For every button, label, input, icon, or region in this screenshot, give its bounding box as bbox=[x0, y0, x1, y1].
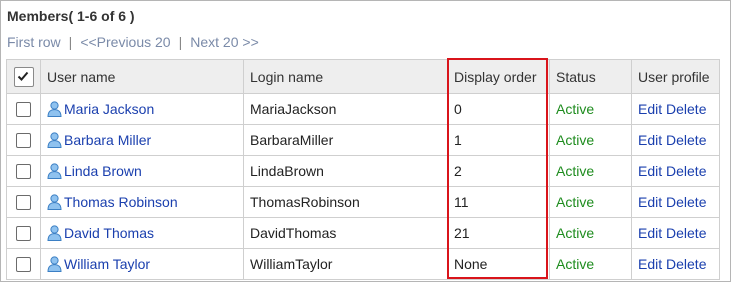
row-checkbox[interactable] bbox=[16, 102, 31, 118]
edit-link[interactable]: Edit bbox=[638, 194, 662, 210]
row-select-cell bbox=[6, 124, 41, 156]
status-cell: Active bbox=[549, 217, 632, 249]
delete-link[interactable]: Delete bbox=[666, 163, 706, 179]
display-order-cell: 2 bbox=[447, 155, 550, 187]
delete-link[interactable]: Delete bbox=[666, 101, 706, 117]
checkmark-icon bbox=[17, 71, 28, 81]
row-select-cell bbox=[6, 248, 41, 280]
display-order-cell: None bbox=[447, 248, 550, 280]
table-row: Linda Brown LindaBrown 2 Active Edit Delete bbox=[6, 155, 720, 187]
pager-separator: | bbox=[68, 34, 73, 50]
delete-link[interactable]: Delete bbox=[666, 256, 706, 272]
user-profile-cell: Edit Delete bbox=[631, 124, 720, 156]
status-cell: Active bbox=[549, 93, 632, 125]
first-row-link[interactable]: First row bbox=[7, 34, 61, 50]
display-order-cell: 11 bbox=[447, 186, 550, 218]
login-name-cell: MariaJackson bbox=[243, 93, 448, 125]
delete-link[interactable]: Delete bbox=[666, 225, 706, 241]
user-profile-cell: Edit Delete bbox=[631, 93, 720, 125]
user-name-cell: Linda Brown bbox=[40, 155, 244, 187]
status-text: Active bbox=[556, 256, 595, 272]
status-cell: Active bbox=[549, 186, 632, 218]
user-name-cell: Barbara Miller bbox=[40, 124, 244, 156]
user-icon bbox=[47, 163, 62, 179]
user-name-cell: Maria Jackson bbox=[40, 93, 244, 125]
user-name-link[interactable]: Linda Brown bbox=[64, 163, 142, 179]
status-text: Active bbox=[556, 163, 595, 179]
user-icon bbox=[47, 132, 62, 148]
column-header-display-order[interactable]: Display order bbox=[447, 59, 550, 94]
previous-page-link[interactable]: <<Previous 20 bbox=[80, 34, 170, 50]
row-select-cell bbox=[6, 155, 41, 187]
row-select-cell bbox=[6, 93, 41, 125]
row-select-cell bbox=[6, 217, 41, 249]
row-checkbox[interactable] bbox=[16, 226, 31, 242]
column-header-status: Status bbox=[549, 59, 632, 94]
login-name-cell: ThomasRobinson bbox=[243, 186, 448, 218]
row-checkbox[interactable] bbox=[16, 133, 31, 149]
status-text: Active bbox=[556, 132, 595, 148]
display-order-cell: 21 bbox=[447, 217, 550, 249]
user-name-link[interactable]: Thomas Robinson bbox=[64, 194, 178, 210]
status-cell: Active bbox=[549, 248, 632, 280]
status-cell: Active bbox=[549, 124, 632, 156]
user-profile-cell: Edit Delete bbox=[631, 155, 720, 187]
pager-separator: | bbox=[178, 34, 183, 50]
edit-link[interactable]: Edit bbox=[638, 101, 662, 117]
user-name-link[interactable]: Barbara Miller bbox=[64, 132, 151, 148]
login-name-cell: BarbaraMiller bbox=[243, 124, 448, 156]
status-text: Active bbox=[556, 194, 595, 210]
column-header-user-name[interactable]: User name bbox=[40, 59, 244, 94]
display-order-cell: 1 bbox=[447, 124, 550, 156]
user-name-cell: William Taylor bbox=[40, 248, 244, 280]
status-text: Active bbox=[556, 101, 595, 117]
user-profile-cell: Edit Delete bbox=[631, 248, 720, 280]
delete-link[interactable]: Delete bbox=[666, 194, 706, 210]
delete-link[interactable]: Delete bbox=[666, 132, 706, 148]
login-name-cell: DavidThomas bbox=[243, 217, 448, 249]
table-header-row: User name Login name Display order Statu… bbox=[6, 59, 720, 94]
user-name-cell: Thomas Robinson bbox=[40, 186, 244, 218]
row-checkbox[interactable] bbox=[16, 164, 31, 180]
column-header-user-profile: User profile bbox=[631, 59, 720, 94]
edit-link[interactable]: Edit bbox=[638, 225, 662, 241]
edit-link[interactable]: Edit bbox=[638, 163, 662, 179]
user-name-link[interactable]: William Taylor bbox=[64, 256, 150, 272]
user-name-link[interactable]: David Thomas bbox=[64, 225, 154, 241]
status-text: Active bbox=[556, 225, 595, 241]
user-icon bbox=[47, 194, 62, 210]
table-row: Maria Jackson MariaJackson 0 Active Edit Del… bbox=[6, 93, 720, 125]
table-row: William Taylor WilliamTaylor None Active Edi… bbox=[6, 248, 720, 280]
user-profile-cell: Edit Delete bbox=[631, 186, 720, 218]
status-cell: Active bbox=[549, 155, 632, 187]
login-name-cell: LindaBrown bbox=[243, 155, 448, 187]
pagination: First row | <<Previous 20 | Next 20 >> bbox=[7, 34, 259, 50]
login-name-cell: WilliamTaylor bbox=[243, 248, 448, 280]
user-icon bbox=[47, 256, 62, 272]
table-row: David Thomas DavidThomas 21 Active Edit Dele… bbox=[6, 217, 720, 249]
user-name-cell: David Thomas bbox=[40, 217, 244, 249]
row-select-cell bbox=[6, 186, 41, 218]
panel-title: Members( 1-6 of 6 ) bbox=[7, 8, 135, 24]
edit-link[interactable]: Edit bbox=[638, 132, 662, 148]
display-order-cell: 0 bbox=[447, 93, 550, 125]
next-page-link[interactable]: Next 20 >> bbox=[190, 34, 259, 50]
user-profile-cell: Edit Delete bbox=[631, 217, 720, 249]
user-name-link[interactable]: Maria Jackson bbox=[64, 101, 154, 117]
row-checkbox[interactable] bbox=[16, 195, 31, 211]
column-header-login-name[interactable]: Login name bbox=[243, 59, 448, 94]
table-row: Barbara Miller BarbaraMiller 1 Active Edit D… bbox=[6, 124, 720, 156]
select-all-checkbox[interactable] bbox=[13, 66, 34, 87]
edit-link[interactable]: Edit bbox=[638, 256, 662, 272]
members-table: User name Login name Display order Statu… bbox=[6, 59, 720, 280]
row-checkbox[interactable] bbox=[16, 257, 31, 273]
user-icon bbox=[47, 101, 62, 117]
user-icon bbox=[47, 225, 62, 241]
select-all-cell bbox=[6, 59, 41, 94]
table-row: Thomas Robinson ThomasRobinson 11 Active Edi… bbox=[6, 186, 720, 218]
